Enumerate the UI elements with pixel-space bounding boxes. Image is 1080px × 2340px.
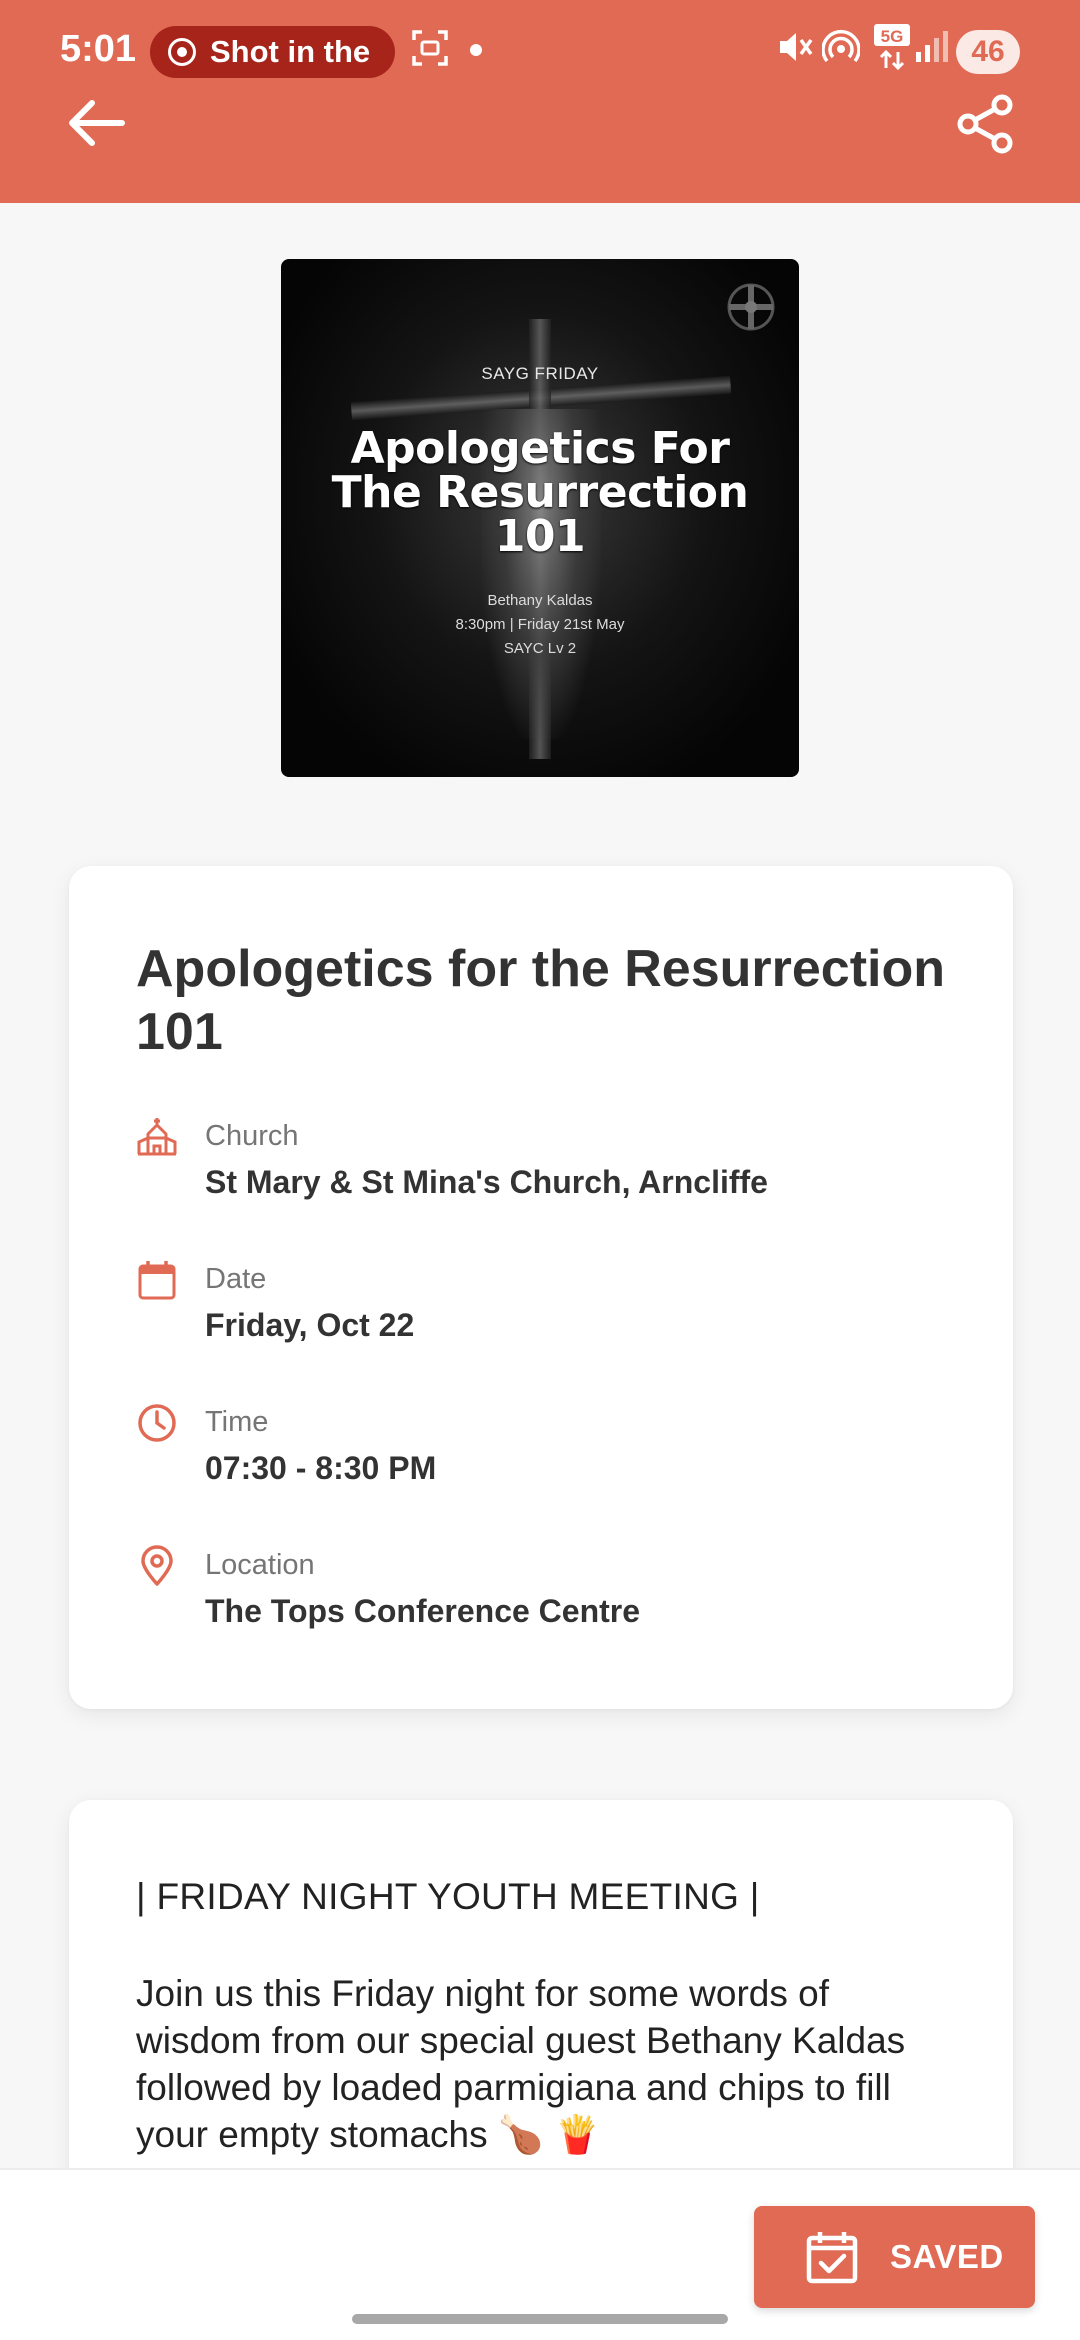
poster-title-line-2: The Resurrection [331, 467, 749, 518]
poster-kicker: SAYG FRIDAY [481, 364, 599, 383]
detail-row-time: Time 07:30 - 8:30 PM [136, 1402, 966, 1492]
description-heading: | FRIDAY NIGHT YOUTH MEETING | [136, 1876, 760, 1917]
saved-button[interactable]: SAVED [754, 2206, 1035, 2308]
church-icon [137, 1118, 177, 1156]
back-button[interactable] [60, 90, 132, 156]
coptic-cross-icon [727, 283, 775, 331]
location-pin-icon [141, 1545, 173, 1586]
status-time: 5:01 [60, 28, 137, 70]
detail-row-location[interactable]: Location The Tops Conference Centre [136, 1545, 966, 1635]
share-icon [957, 94, 1013, 154]
recording-label: Shot in the [210, 34, 371, 69]
description-body: Join us this Friday night for some words… [136, 1973, 906, 2155]
poster-title-line-3: 101 [494, 511, 586, 562]
time-value: 07:30 - 8:30 PM [205, 1450, 437, 1486]
arrow-left-icon [69, 100, 125, 146]
home-indicator[interactable] [352, 2314, 728, 2324]
poster-speaker: Bethany Kaldas [487, 592, 593, 609]
time-label: Time [205, 1406, 269, 1438]
svg-text:5G: 5G [881, 27, 904, 46]
detail-row-church: Church St Mary & St Mina's Church, Arncl… [136, 1116, 966, 1206]
calendar-check-icon [806, 2232, 858, 2284]
saved-button-label: SAVED [890, 2238, 1004, 2275]
record-icon [168, 38, 196, 66]
5g-icon: 5G [874, 24, 910, 71]
event-details-card: Apologetics for the Resurrection 101 Chu… [69, 866, 1013, 1709]
poster-when: 8:30pm | Friday 21st May [455, 616, 625, 633]
church-value: St Mary & St Mina's Church, Arncliffe [205, 1164, 768, 1200]
signal-icon [916, 31, 948, 62]
clock-icon [138, 1404, 176, 1442]
notification-dot-icon [470, 44, 482, 56]
battery-icon: 46 [956, 30, 1020, 74]
hotspot-icon [822, 30, 860, 63]
share-button[interactable] [950, 88, 1022, 160]
status-bar: 5:01 Shot in the 5G 46 [0, 0, 1080, 104]
poster-title: Apologetics For The Resurrection 101 [281, 427, 799, 559]
event-title: Apologetics for the Resurrection 101 [136, 940, 945, 1061]
location-value[interactable]: The Tops Conference Centre [205, 1593, 640, 1630]
mute-icon [780, 33, 813, 61]
poster-title-line-1: Apologetics For [350, 423, 730, 474]
screenshot-icon [412, 30, 448, 66]
event-poster-image[interactable]: SAYG FRIDAY Apologetics For The Resurrec… [281, 259, 799, 777]
calendar-icon [138, 1261, 176, 1300]
screen-recording-pill[interactable]: Shot in the [150, 26, 395, 78]
location-label: Location [205, 1549, 315, 1581]
date-value: Friday, Oct 22 [205, 1307, 415, 1343]
date-label: Date [205, 1263, 267, 1295]
app-header: 5:01 Shot in the 5G 46 [0, 0, 1080, 203]
detail-row-date: Date Friday, Oct 22 [136, 1259, 966, 1349]
church-label: Church [205, 1120, 299, 1152]
poster-where: SAYC Lv 2 [503, 640, 577, 657]
